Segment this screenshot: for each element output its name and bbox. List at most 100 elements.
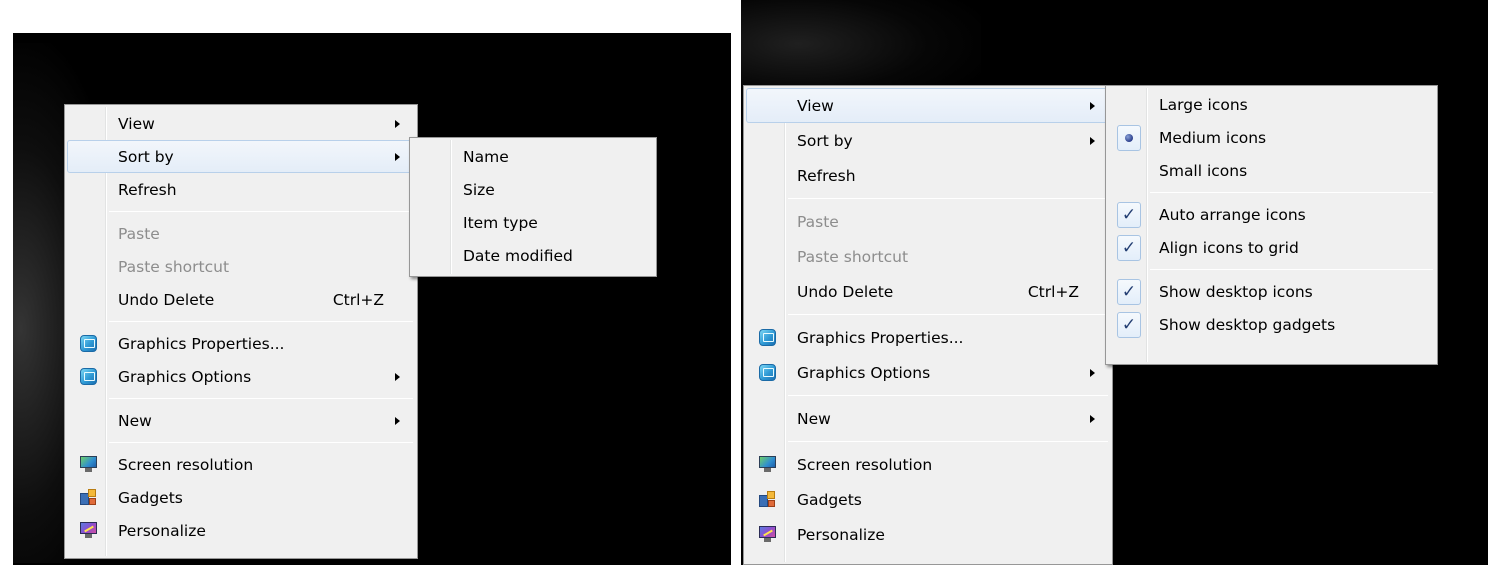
menu-item-label: Graphics Properties...	[797, 328, 964, 347]
menu-item-label: Size	[463, 180, 495, 199]
menu-item-gadgets[interactable]: Gadgets	[67, 481, 415, 514]
menu-item-label: New	[118, 411, 152, 430]
menu-item-label: Undo Delete	[118, 290, 215, 309]
menu-item-sort-by[interactable]: Sort by	[746, 123, 1110, 158]
checkmark-icon: ✓	[1117, 234, 1141, 261]
menu-item-refresh[interactable]: Refresh	[746, 158, 1110, 193]
menu-item-undo-delete[interactable]: Undo Delete Ctrl+Z	[746, 274, 1110, 309]
submenu-item-item-type[interactable]: Item type	[412, 206, 654, 239]
menu-item-label: Graphics Properties...	[118, 334, 285, 353]
checkmark-icon: ✓	[1117, 278, 1141, 305]
menu-item-label: Sort by	[797, 131, 853, 150]
graphics-icon	[758, 329, 776, 346]
graphics-icon	[758, 364, 776, 381]
gadgets-icon	[758, 491, 776, 508]
menu-item-label: Personalize	[797, 525, 885, 544]
checkmark-icon: ✓	[1117, 311, 1141, 338]
menu-item-shortcut: Ctrl+Z	[1027, 282, 1079, 301]
menu-separator	[788, 314, 1108, 315]
submenu-arrow-icon	[1090, 414, 1095, 423]
submenu-item-medium-icons[interactable]: Medium icons	[1108, 121, 1435, 154]
menu-separator	[788, 198, 1108, 199]
graphics-icon	[79, 335, 97, 352]
menu-item-label: Paste	[797, 212, 839, 231]
menu-item-label: View	[797, 96, 834, 115]
desktop-context-menu-left: View Sort by Refresh Paste Paste shortcu…	[64, 104, 418, 559]
menu-item-graphics-properties[interactable]: Graphics Properties...	[746, 320, 1110, 355]
menu-item-paste-shortcut: Paste shortcut	[746, 239, 1110, 274]
menu-item-sort-by[interactable]: Sort by	[67, 140, 415, 173]
menu-item-label: Align icons to grid	[1159, 238, 1299, 257]
radio-selected-icon	[1117, 124, 1141, 151]
menu-item-label: Show desktop gadgets	[1159, 315, 1336, 334]
menu-item-label: New	[797, 409, 831, 428]
menu-item-label: Gadgets	[118, 488, 183, 507]
menu-item-personalize[interactable]: Personalize	[67, 514, 415, 547]
menu-item-personalize[interactable]: Personalize	[746, 517, 1110, 552]
menu-separator	[109, 211, 413, 212]
submenu-arrow-icon	[1090, 136, 1095, 145]
menu-item-graphics-options[interactable]: Graphics Options	[746, 355, 1110, 390]
submenu-item-show-desktop-icons[interactable]: ✓ Show desktop icons	[1108, 275, 1435, 308]
submenu-arrow-icon	[395, 372, 400, 381]
desktop-context-menu-right: View Sort by Refresh Paste Paste shortcu…	[743, 85, 1113, 565]
menu-separator	[788, 441, 1108, 442]
menu-item-paste: Paste	[67, 217, 415, 250]
menu-item-label: Undo Delete	[797, 282, 894, 301]
checkmark-icon: ✓	[1117, 201, 1141, 228]
menu-item-label: Graphics Options	[118, 367, 252, 386]
menu-separator	[109, 398, 413, 399]
menu-item-screen-resolution[interactable]: Screen resolution	[746, 447, 1110, 482]
menu-separator	[109, 321, 413, 322]
submenu-item-auto-arrange-icons[interactable]: ✓ Auto arrange icons	[1108, 198, 1435, 231]
menu-item-label: Large icons	[1159, 95, 1248, 114]
menu-item-label: Refresh	[118, 180, 177, 199]
menu-item-label: Paste shortcut	[797, 247, 909, 266]
menu-item-label: Auto arrange icons	[1159, 205, 1306, 224]
submenu-arrow-icon	[395, 152, 400, 161]
menu-item-label: Name	[463, 147, 509, 166]
menu-item-label: Show desktop icons	[1159, 282, 1313, 301]
menu-item-undo-delete[interactable]: Undo Delete Ctrl+Z	[67, 283, 415, 316]
menu-item-label: Screen resolution	[118, 455, 254, 474]
menu-item-label: Refresh	[797, 166, 856, 185]
menu-separator	[109, 442, 413, 443]
menu-item-graphics-options[interactable]: Graphics Options	[67, 360, 415, 393]
menu-item-view[interactable]: View	[67, 107, 415, 140]
menu-item-view[interactable]: View	[746, 88, 1110, 123]
menu-item-gadgets[interactable]: Gadgets	[746, 482, 1110, 517]
menu-item-graphics-properties[interactable]: Graphics Properties...	[67, 327, 415, 360]
submenu-arrow-icon	[1090, 101, 1095, 110]
submenu-item-align-icons-to-grid[interactable]: ✓ Align icons to grid	[1108, 231, 1435, 264]
submenu-arrow-icon	[1090, 368, 1095, 377]
menu-item-label: Medium icons	[1159, 128, 1267, 147]
menu-separator	[788, 395, 1108, 396]
sort-by-submenu: Name Size Item type Date modified	[409, 137, 657, 277]
menu-item-label: View	[118, 114, 155, 133]
menu-item-paste: Paste	[746, 204, 1110, 239]
submenu-item-name[interactable]: Name	[412, 140, 654, 173]
view-submenu: Large icons Medium icons Small icons ✓ A…	[1105, 85, 1438, 365]
graphics-icon	[79, 368, 97, 385]
menu-item-refresh[interactable]: Refresh	[67, 173, 415, 206]
monitor-icon	[758, 456, 776, 473]
menu-item-screen-resolution[interactable]: Screen resolution	[67, 448, 415, 481]
submenu-arrow-icon	[395, 416, 400, 425]
menu-item-label: Date modified	[463, 246, 573, 265]
submenu-item-large-icons[interactable]: Large icons	[1108, 88, 1435, 121]
submenu-item-date-modified[interactable]: Date modified	[412, 239, 654, 272]
menu-item-new[interactable]: New	[67, 404, 415, 437]
submenu-item-small-icons[interactable]: Small icons	[1108, 154, 1435, 187]
menu-item-label: Small icons	[1159, 161, 1248, 180]
submenu-item-size[interactable]: Size	[412, 173, 654, 206]
menu-item-new[interactable]: New	[746, 401, 1110, 436]
personalize-icon	[758, 526, 776, 543]
monitor-icon	[79, 456, 97, 473]
menu-item-label: Paste	[118, 224, 160, 243]
menu-item-label: Paste shortcut	[118, 257, 230, 276]
submenu-item-show-desktop-gadgets[interactable]: ✓ Show desktop gadgets	[1108, 308, 1435, 341]
menu-item-label: Sort by	[118, 147, 174, 166]
menu-separator	[1150, 269, 1433, 270]
menu-item-label: Screen resolution	[797, 455, 933, 474]
menu-item-label: Item type	[463, 213, 538, 232]
